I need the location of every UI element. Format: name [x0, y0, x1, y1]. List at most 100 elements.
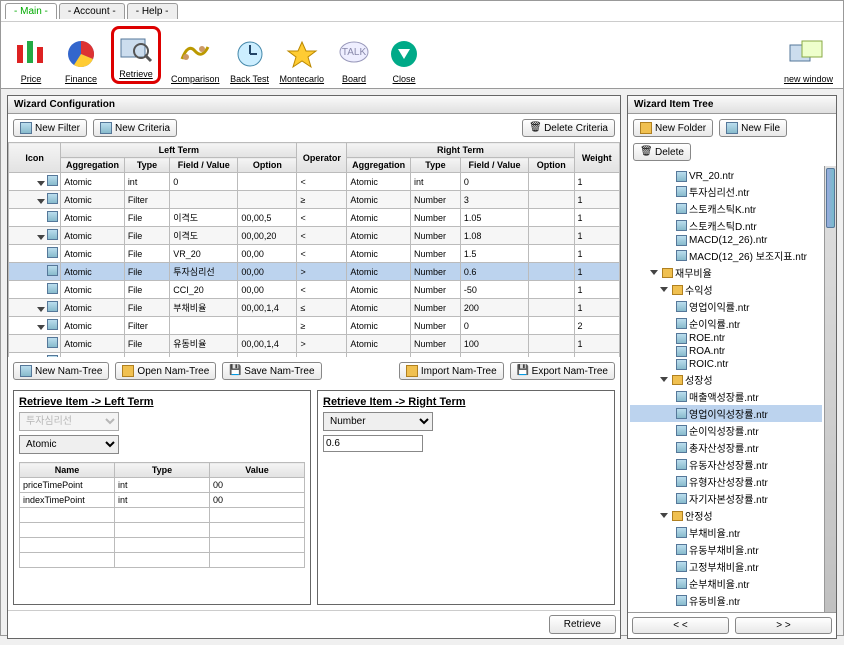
tree-scrollbar[interactable] [824, 166, 836, 612]
tree-file[interactable]: MACD(12_26) 보조지표.ntr [630, 247, 822, 264]
table-row[interactable]: priceTimePointint00 [20, 478, 305, 493]
tree-file[interactable]: 순부채비율.ntr [630, 575, 822, 592]
toolbar: Price Finance Retrieve Comparison Back T… [1, 22, 843, 89]
tree-folder[interactable]: 성장성 [630, 371, 822, 388]
tree-file[interactable]: 스토캐스틱D.ntr [630, 217, 822, 234]
tree-file[interactable]: 고정부채비율.ntr [630, 558, 822, 575]
delete-button[interactable]: 🗑Delete [633, 143, 691, 161]
table-row[interactable]: AtomicFile이격도00,00,5<AtomicNumber1.051 [9, 209, 620, 227]
file-icon [676, 171, 687, 182]
folder-icon [662, 268, 673, 278]
file-icon [676, 250, 687, 261]
tool-finance[interactable]: Finance [61, 36, 101, 84]
file-icon [676, 595, 687, 606]
tree-file[interactable]: 순이익성장률.ntr [630, 422, 822, 439]
table-row[interactable]: AtomicFilter≥AtomicNumber02 [9, 317, 620, 335]
table-row[interactable]: AtomicFile유동비율00,00,1,4>AtomicNumber1001 [9, 335, 620, 353]
file-icon [676, 493, 687, 504]
table-row[interactable]: AtomicFile부채비율00,00,1,4≤AtomicNumber2001 [9, 299, 620, 317]
tree-file[interactable]: 자기자본성장률.ntr [630, 490, 822, 507]
table-row[interactable]: AtomicFilter≥AtomicNumber31 [9, 191, 620, 209]
tree-file[interactable]: VR_20.ntr [630, 170, 822, 183]
file-icon [676, 333, 687, 344]
wizard-config-title: Wizard Configuration [8, 96, 620, 114]
file-icon [676, 346, 687, 357]
tool-close[interactable]: Close [384, 36, 424, 84]
tree-file[interactable]: 영업이익성장률.ntr [630, 405, 822, 422]
newwindow-icon [788, 36, 828, 72]
menu-help[interactable]: - Help - [127, 3, 178, 19]
save-namtree-button[interactable]: 💾Save Nam-Tree [222, 362, 321, 380]
tree-file[interactable]: ROIC.ntr [630, 358, 822, 371]
tree-next-button[interactable]: > > [735, 617, 832, 634]
file-icon [676, 459, 687, 470]
scrollbar-thumb[interactable] [826, 168, 835, 228]
tool-new-window[interactable]: new window [784, 36, 833, 84]
tree-file[interactable]: MACD(12_26).ntr [630, 234, 822, 247]
file-icon [676, 235, 687, 246]
open-namtree-button[interactable]: Open Nam-Tree [115, 362, 216, 380]
new-file-button[interactable]: New File [719, 119, 787, 137]
doc-icon [20, 122, 32, 134]
tree-file[interactable]: 유형자산성장률.ntr [630, 473, 822, 490]
tool-montecarlo[interactable]: Montecarlo [280, 36, 325, 84]
left-params-table[interactable]: NameTypeValue priceTimePointint00indexTi… [19, 462, 305, 568]
tree-file[interactable]: 부채비율.ntr [630, 524, 822, 541]
menu-account[interactable]: - Account - [59, 3, 125, 19]
export-namtree-button[interactable]: 💾Export Nam-Tree [510, 362, 615, 380]
piechart-icon [61, 36, 101, 72]
new-filter-button[interactable]: New Filter [13, 119, 87, 137]
delete-criteria-button[interactable]: 🗑Delete Criteria [522, 119, 615, 137]
left-term-agg-select[interactable]: Atomic [19, 435, 119, 454]
right-term-value-input[interactable] [323, 435, 423, 452]
tool-comparison[interactable]: Comparison [171, 36, 220, 84]
left-term-field-select[interactable]: 투자심리선 [19, 412, 119, 431]
tree-file[interactable]: 순이익률.ntr [630, 315, 822, 332]
tool-retrieve[interactable]: Retrieve [111, 26, 161, 84]
right-term-type-select[interactable]: Number [323, 412, 433, 431]
retrieve-right-panel: Retrieve Item -> Right Term Number [317, 390, 615, 605]
tree-file[interactable]: 유동비율.ntr [630, 592, 822, 609]
tree-file[interactable]: 스토캐스틱K.ntr [630, 200, 822, 217]
import-namtree-button[interactable]: Import Nam-Tree [399, 362, 504, 380]
tree-file[interactable]: ROA.ntr [630, 345, 822, 358]
menu-main[interactable]: - Main - [5, 3, 57, 19]
tool-board[interactable]: TALK Board [334, 36, 374, 84]
new-criteria-button[interactable]: New Criteria [93, 119, 177, 137]
new-folder-button[interactable]: New Folder [633, 119, 713, 137]
tree-file[interactable]: 총자산성장률.ntr [630, 439, 822, 456]
table-row[interactable]: AtomicFileCCI_2000,00<AtomicNumber-501 [9, 281, 620, 299]
retrieve-button[interactable]: Retrieve [549, 615, 616, 634]
tool-backtest[interactable]: Back Test [230, 36, 270, 84]
tool-price[interactable]: Price [11, 36, 51, 84]
tree-file[interactable]: 매출액성장률.ntr [630, 388, 822, 405]
tree-folder[interactable]: 안정성 [630, 507, 822, 524]
tree-file[interactable]: 유동부채비율.ntr [630, 541, 822, 558]
wizard-tree-title: Wizard Item Tree [628, 96, 836, 114]
file-icon [676, 318, 687, 329]
trash-icon: 🗑 [529, 122, 541, 134]
new-namtree-button[interactable]: New Nam-Tree [13, 362, 109, 380]
table-row[interactable]: AtomicFileVR_2000,00<AtomicNumber1.51 [9, 245, 620, 263]
tree-file[interactable]: ROE.ntr [630, 332, 822, 345]
tree-folder[interactable]: 재무비율 [630, 264, 822, 281]
file-icon [676, 220, 687, 231]
tree-folder[interactable]: 수익성 [630, 281, 822, 298]
wizard-config-panel: Wizard Configuration New Filter New Crit… [7, 95, 621, 639]
file-icon [676, 391, 687, 402]
table-row[interactable]: Atomicint0<Atomicint01 [9, 173, 620, 191]
tree-prev-button[interactable]: < < [632, 617, 729, 634]
folder-icon [406, 365, 418, 377]
table-row[interactable]: AtomicFile이격도00,00,20<AtomicNumber1.081 [9, 227, 620, 245]
tree-file[interactable]: 투자심리선.ntr [630, 183, 822, 200]
table-row[interactable]: indexTimePointint00 [20, 493, 305, 508]
file-icon [676, 544, 687, 555]
file-icon [676, 301, 687, 312]
item-tree[interactable]: VR_20.ntr투자심리선.ntr스토캐스틱K.ntr스토캐스틱D.ntrMA… [628, 166, 824, 612]
table-row[interactable]: AtomicFile투자심리선00,00>AtomicNumber0.61 [9, 263, 620, 281]
folder-icon [672, 285, 683, 295]
criteria-grid[interactable]: Icon Left Term Operator Right Term Weigh… [8, 142, 620, 357]
file-icon [676, 527, 687, 538]
tree-file[interactable]: 유동자산성장률.ntr [630, 456, 822, 473]
tree-file[interactable]: 영업이익률.ntr [630, 298, 822, 315]
